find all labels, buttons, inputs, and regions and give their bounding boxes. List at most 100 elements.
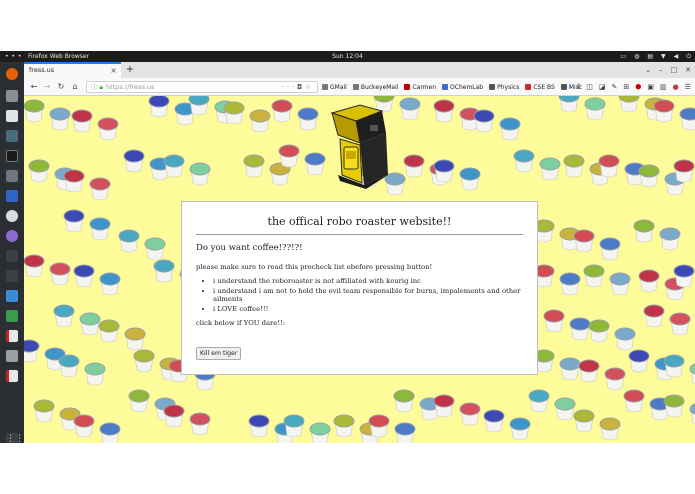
star-icon[interactable]: ☆ (305, 83, 314, 91)
pdf-icon[interactable] (6, 330, 18, 342)
precheck-note: please make sure to read this precheck l… (196, 263, 433, 271)
kcup-icon (98, 319, 146, 351)
site-title: the offical robo roaster website!! (267, 215, 452, 228)
home-button[interactable]: ⌂ (69, 78, 81, 96)
close-tab-icon[interactable]: × (110, 64, 117, 77)
shield-icon[interactable]: ⬢ (635, 83, 641, 91)
chevron-down-icon[interactable]: ⌄ (645, 62, 651, 78)
system-top-bar: • • • Firefox Web Browser Sun 12:04 ▭ ◍ … (0, 51, 695, 62)
kcup-icon (558, 96, 606, 121)
precheck-dialog: the offical robo roaster website!! Do yo… (181, 201, 538, 375)
tools-icon[interactable]: ⊞ (623, 83, 629, 91)
power-icon[interactable]: ⏻ (686, 51, 691, 62)
lock-icon[interactable]: 🔒︎ (100, 83, 103, 91)
kcup-icon (663, 354, 695, 385)
more-actions-icon[interactable]: ··· (282, 83, 297, 91)
info-icon[interactable]: ⓘ (91, 83, 98, 91)
files-icon[interactable] (6, 90, 18, 102)
coffee-question: Do you want coffee!??!?! (196, 243, 303, 253)
kcup-icon (433, 99, 481, 131)
wifi-icon[interactable]: ▼ (661, 51, 666, 62)
tab-fress[interactable]: fress.us × (24, 62, 121, 78)
bookmark-gmail[interactable]: GMail (322, 84, 347, 91)
screenshot-icon[interactable]: ✎ (611, 83, 617, 91)
carmen-icon (404, 84, 411, 90)
kcup-icon (148, 96, 196, 126)
clock[interactable]: Sun 12:04 (0, 51, 695, 62)
kcup-icon (73, 264, 121, 296)
firefox-icon[interactable] (6, 68, 18, 80)
kcup-icon (663, 394, 695, 425)
glasses-icon[interactable] (6, 270, 18, 282)
spreadsheet-icon[interactable] (6, 310, 18, 322)
kcup-icon (123, 149, 171, 181)
download-icon[interactable]: ⭳ (569, 82, 571, 93)
url-bar[interactable]: ⓘ 🔒︎ https://fress.us ···◘☆ (86, 81, 318, 93)
url-text[interactable]: https://fress.us (106, 83, 154, 91)
desktop-screen: • • • Firefox Web Browser Sun 12:04 ▭ ◍ … (0, 51, 695, 443)
show-apps-icon[interactable]: ⋮⋮ (6, 433, 24, 443)
back-button[interactable]: ← (28, 78, 40, 96)
reload-button[interactable]: ↻ (55, 78, 67, 96)
minimize-icon[interactable]: – (659, 62, 663, 78)
kcup-icon (533, 219, 581, 251)
network-icon[interactable]: ◍ (634, 51, 639, 62)
bookmark-ochemlab[interactable]: OChemLab (442, 84, 483, 91)
kcup-icon (583, 264, 631, 296)
close-window-icon[interactable]: ✕ (685, 62, 691, 78)
kcup-icon (271, 99, 319, 131)
monitor-icon[interactable] (6, 130, 18, 142)
checkmark-icon[interactable] (6, 190, 18, 202)
kcup-icon (578, 359, 626, 391)
maximize-icon[interactable]: □ (671, 62, 678, 78)
bookmark-label: BuckeyeMail (360, 83, 399, 91)
reader-icon[interactable]: ▥ (660, 83, 667, 91)
folder-icon[interactable] (6, 350, 18, 362)
kcup-icon (24, 339, 66, 371)
screen-icon[interactable]: ▭ (620, 51, 626, 62)
kcup-icon (433, 159, 481, 191)
pocket-icon[interactable]: ◘ (297, 83, 305, 91)
forward-button[interactable]: → (41, 78, 53, 96)
pdf-viewer-icon[interactable] (6, 370, 18, 382)
sidebar-icon[interactable]: ◫ (586, 83, 593, 91)
bookmark-label: GMail (330, 83, 347, 91)
kcup-icon (73, 414, 121, 443)
extension-icon[interactable]: ◪ (599, 83, 606, 91)
kcup-icon (483, 409, 531, 441)
settings-icon[interactable] (6, 230, 18, 242)
bookmark-label: CSE BS (533, 83, 555, 91)
kcup-icon (433, 394, 481, 426)
list-item: i understand i am not to hold the evil t… (213, 287, 537, 304)
kcup-icon (58, 354, 106, 386)
bookmark-carmen[interactable]: Carmen (404, 84, 436, 91)
wolfram-icon (525, 84, 532, 90)
folder-icon (560, 84, 567, 90)
ublock-icon[interactable]: ● (673, 83, 679, 91)
game-icon[interactable] (6, 250, 18, 262)
list-item: i LOVE coffee!!! (213, 305, 537, 314)
menu-icon[interactable]: ☰ (685, 83, 691, 91)
kcup-icon (588, 319, 636, 351)
puzzle-icon (442, 84, 449, 90)
bookmark-label: Physics (497, 83, 520, 91)
kcup-icon (643, 304, 691, 336)
new-tab-button[interactable]: + (124, 62, 136, 78)
bookmark-buckeyemail[interactable]: BuckeyeMail (352, 83, 399, 91)
library-icon[interactable]: ⫴ (577, 83, 580, 92)
drop-icon[interactable] (6, 210, 18, 222)
document-icon[interactable] (6, 110, 18, 122)
image-icon[interactable] (6, 290, 18, 302)
kcup-icon (63, 169, 111, 201)
terminal-icon[interactable] (6, 150, 18, 162)
kill-em-tiger-button[interactable]: Kill em tiger (196, 347, 242, 360)
bookmark-cse-bs[interactable]: CSE BS (525, 84, 555, 91)
container-icon[interactable]: ▣ (647, 83, 654, 91)
bookmark-label: OChemLab (450, 83, 484, 91)
chat-icon[interactable] (6, 170, 18, 182)
bookmark-physics[interactable]: Physics (489, 84, 519, 91)
kcup-icon (543, 309, 591, 341)
kcup-icon (163, 404, 211, 436)
volume-icon[interactable]: ◀ (674, 51, 679, 62)
clipboard-icon[interactable]: ▤ (647, 51, 653, 62)
